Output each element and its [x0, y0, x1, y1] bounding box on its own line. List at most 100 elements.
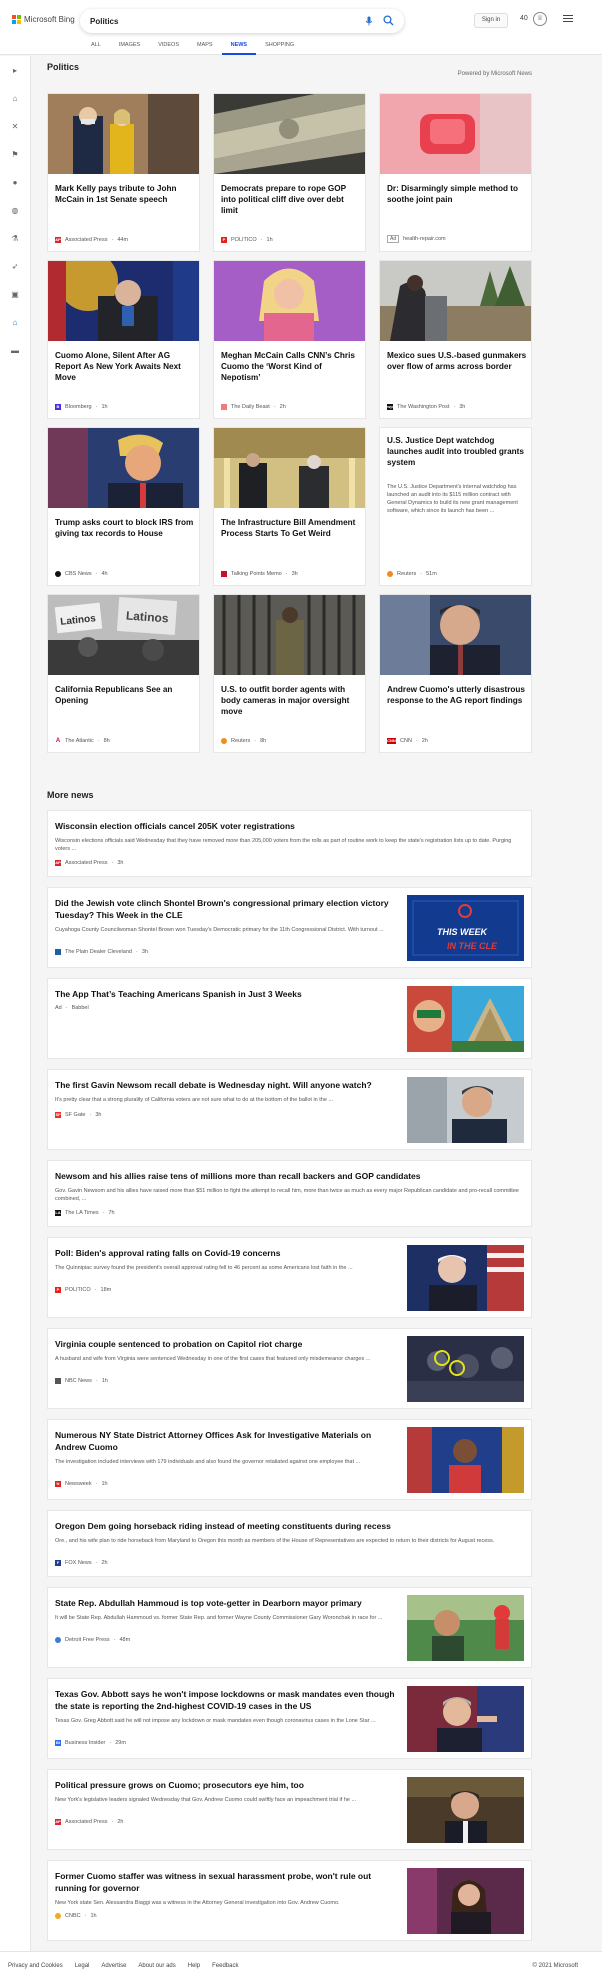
search-icon[interactable] [382, 15, 394, 27]
card-source: The Daily Beast · 2h [221, 404, 286, 410]
news-list-item[interactable]: Did the Jewish vote clinch Shontel Brown… [47, 887, 532, 968]
tab-maps[interactable]: MAPS [188, 41, 222, 55]
news-card[interactable]: Trump asks court to block IRS from givin… [47, 427, 200, 586]
bing-logo[interactable]: Microsoft Bing [12, 15, 75, 24]
item-source: Detroit Free Press · 48m [55, 1637, 130, 1643]
tab-videos[interactable]: VIDEOS [149, 41, 188, 55]
flag-icon[interactable]: ⚑ [10, 150, 20, 160]
card-title[interactable]: Democrats prepare to rope GOP into polit… [221, 183, 361, 216]
card-title[interactable]: Mark Kelly pays tribute to John McCain i… [55, 183, 195, 205]
news-card[interactable]: U.S. to outfit border agents with body c… [213, 594, 366, 753]
card-title[interactable]: Andrew Cuomo's utterly disastrous respon… [387, 684, 527, 706]
news-list-item[interactable]: Former Cuomo staffer was witness in sexu… [47, 1860, 532, 1941]
globe-icon[interactable]: ◍ [10, 206, 20, 216]
item-title[interactable]: State Rep. Abdullah Hammoud is top vote-… [55, 1597, 395, 1609]
news-list-item[interactable]: Political pressure grows on Cuomo; prose… [47, 1769, 532, 1850]
news-list-item[interactable]: Wisconsin election officials cancel 205K… [47, 810, 532, 877]
item-title[interactable]: Poll: Biden's approval rating falls on C… [55, 1247, 395, 1259]
search-box[interactable] [80, 9, 404, 33]
tab-shopping[interactable]: SHOPPING [256, 41, 303, 55]
item-thumbnail [407, 1868, 524, 1934]
news-list-item[interactable]: State Rep. Abdullah Hammoud is top vote-… [47, 1587, 532, 1668]
science-icon[interactable]: ⚗ [10, 234, 20, 244]
card-title[interactable]: California Republicans See an Opening [55, 684, 195, 706]
item-title[interactable]: Wisconsin election officials cancel 205K… [55, 820, 525, 832]
item-title[interactable]: Virginia couple sentenced to probation o… [55, 1338, 395, 1350]
tab-news[interactable]: NEWS [221, 41, 257, 55]
news-card[interactable]: Andrew Cuomo's utterly disastrous respon… [379, 594, 532, 753]
location-icon[interactable]: ● [10, 178, 20, 188]
card-title[interactable]: U.S. Justice Dept watchdog launches audi… [387, 435, 527, 468]
card-title[interactable]: Cuomo Alone, Silent After AG Report As N… [55, 350, 195, 383]
card-title[interactable]: Mexico sues U.S.-based gunmakers over fl… [387, 350, 527, 372]
footer-link-feedback[interactable]: Feedback [212, 1963, 238, 1969]
card-title[interactable]: U.S. to outfit border agents with body c… [221, 684, 361, 717]
sports-icon[interactable]: ✕ [10, 122, 20, 132]
news-image [214, 94, 365, 174]
item-thumbnail [407, 1245, 524, 1311]
powered-by[interactable]: Powered by Microsoft News [458, 71, 532, 77]
footer-link-privacy[interactable]: Privacy and Cookies [8, 1963, 63, 1969]
left-rail: ▸ ⌂ ✕ ⚑ ● ◍ ⚗ ➶ ▣ ⌂ ▬ [0, 56, 31, 1951]
sign-in-button[interactable]: Sign in [474, 13, 508, 28]
news-list-item[interactable]: Virginia couple sentenced to probation o… [47, 1328, 532, 1409]
item-title[interactable]: Texas Gov. Abbott says he won't impose l… [55, 1688, 395, 1712]
item-thumbnail: THIS WEEK IN THE CLE [407, 895, 524, 961]
news-card[interactable]: Democrats prepare to rope GOP into polit… [213, 93, 366, 252]
item-title[interactable]: Former Cuomo staffer was witness in sexu… [55, 1870, 395, 1894]
news-card[interactable]: Mexico sues U.S.-based gunmakers over fl… [379, 260, 532, 419]
microphone-icon[interactable] [364, 16, 374, 26]
news-card[interactable]: Mark Kelly pays tribute to John McCain i… [47, 93, 200, 252]
ad-list-item[interactable]: The App That’s Teaching Americans Spanis… [47, 978, 532, 1059]
item-title[interactable]: Oregon Dem going horseback riding instea… [55, 1520, 525, 1532]
menu-icon[interactable] [563, 15, 573, 24]
news-list-item[interactable]: The first Gavin Newsom recall debate is … [47, 1069, 532, 1150]
rewards-icon[interactable]: ♕ [533, 12, 547, 26]
news-image [214, 261, 365, 341]
news-list-item[interactable]: Texas Gov. Abbott says he won't impose l… [47, 1678, 532, 1759]
politics-icon[interactable]: ⌂ [10, 318, 20, 328]
card-title[interactable]: Trump asks court to block IRS from givin… [55, 517, 195, 539]
card-title[interactable]: The Infrastructure Bill Amendment Proces… [221, 517, 361, 539]
news-list-item[interactable]: Oregon Dem going horseback riding instea… [47, 1510, 532, 1577]
card-source: Reuters · 8h [221, 738, 266, 744]
news-list-item[interactable]: Numerous NY State District Attorney Offi… [47, 1419, 532, 1500]
item-thumbnail [407, 1777, 524, 1843]
home-icon[interactable]: ⌂ [10, 94, 20, 104]
search-input[interactable] [90, 16, 364, 26]
item-title[interactable]: Did the Jewish vote clinch Shontel Brown… [55, 897, 395, 921]
footer-link-about-ads[interactable]: About our ads [138, 1963, 175, 1969]
news-card[interactable]: Cuomo Alone, Silent After AG Report As N… [47, 260, 200, 419]
card-title[interactable]: Dr: Disarmingly simple method to soothe … [387, 183, 527, 205]
news-image [48, 261, 199, 341]
item-title[interactable]: Newsom and his allies raise tens of mill… [55, 1170, 525, 1182]
source-icon [55, 1913, 61, 1919]
news-card[interactable]: Latinos Latinos California Republicans S… [47, 594, 200, 753]
news-card[interactable]: U.S. Justice Dept watchdog launches audi… [379, 427, 532, 586]
news-card[interactable]: The Infrastructure Bill Amendment Proces… [213, 427, 366, 586]
copyright: © 2021 Microsoft [532, 1963, 578, 1969]
rocket-icon[interactable]: ➶ [10, 262, 20, 272]
card-source: P POLITICO · 1h [221, 237, 273, 243]
rewards-points[interactable]: 40 [520, 15, 528, 22]
expand-icon[interactable]: ▸ [10, 66, 20, 76]
money-icon[interactable]: ▬ [10, 346, 20, 356]
footer-link-advertise[interactable]: Advertise [101, 1963, 126, 1969]
news-card[interactable]: Meghan McCain Calls CNN’s Chris Cuomo th… [213, 260, 366, 419]
item-title[interactable]: Numerous NY State District Attorney Offi… [55, 1429, 395, 1453]
footer-link-help[interactable]: Help [188, 1963, 200, 1969]
news-image [380, 261, 531, 341]
page-footer: Privacy and Cookies Legal Advertise Abou… [0, 1951, 602, 1979]
source-icon: AP [55, 1819, 61, 1825]
item-title[interactable]: The App That’s Teaching Americans Spanis… [55, 988, 395, 1000]
news-list-item[interactable]: Poll: Biden's approval rating falls on C… [47, 1237, 532, 1318]
ad-card[interactable]: Dr: Disarmingly simple method to soothe … [379, 93, 532, 252]
entertainment-icon[interactable]: ▣ [10, 290, 20, 300]
item-title[interactable]: Political pressure grows on Cuomo; prose… [55, 1779, 395, 1791]
card-title[interactable]: Meghan McCain Calls CNN’s Chris Cuomo th… [221, 350, 361, 383]
footer-link-legal[interactable]: Legal [75, 1963, 90, 1969]
tab-all[interactable]: ALL [82, 41, 110, 55]
item-title[interactable]: The first Gavin Newsom recall debate is … [55, 1079, 395, 1091]
tab-images[interactable]: IMAGES [110, 41, 149, 55]
news-list-item[interactable]: Newsom and his allies raise tens of mill… [47, 1160, 532, 1227]
